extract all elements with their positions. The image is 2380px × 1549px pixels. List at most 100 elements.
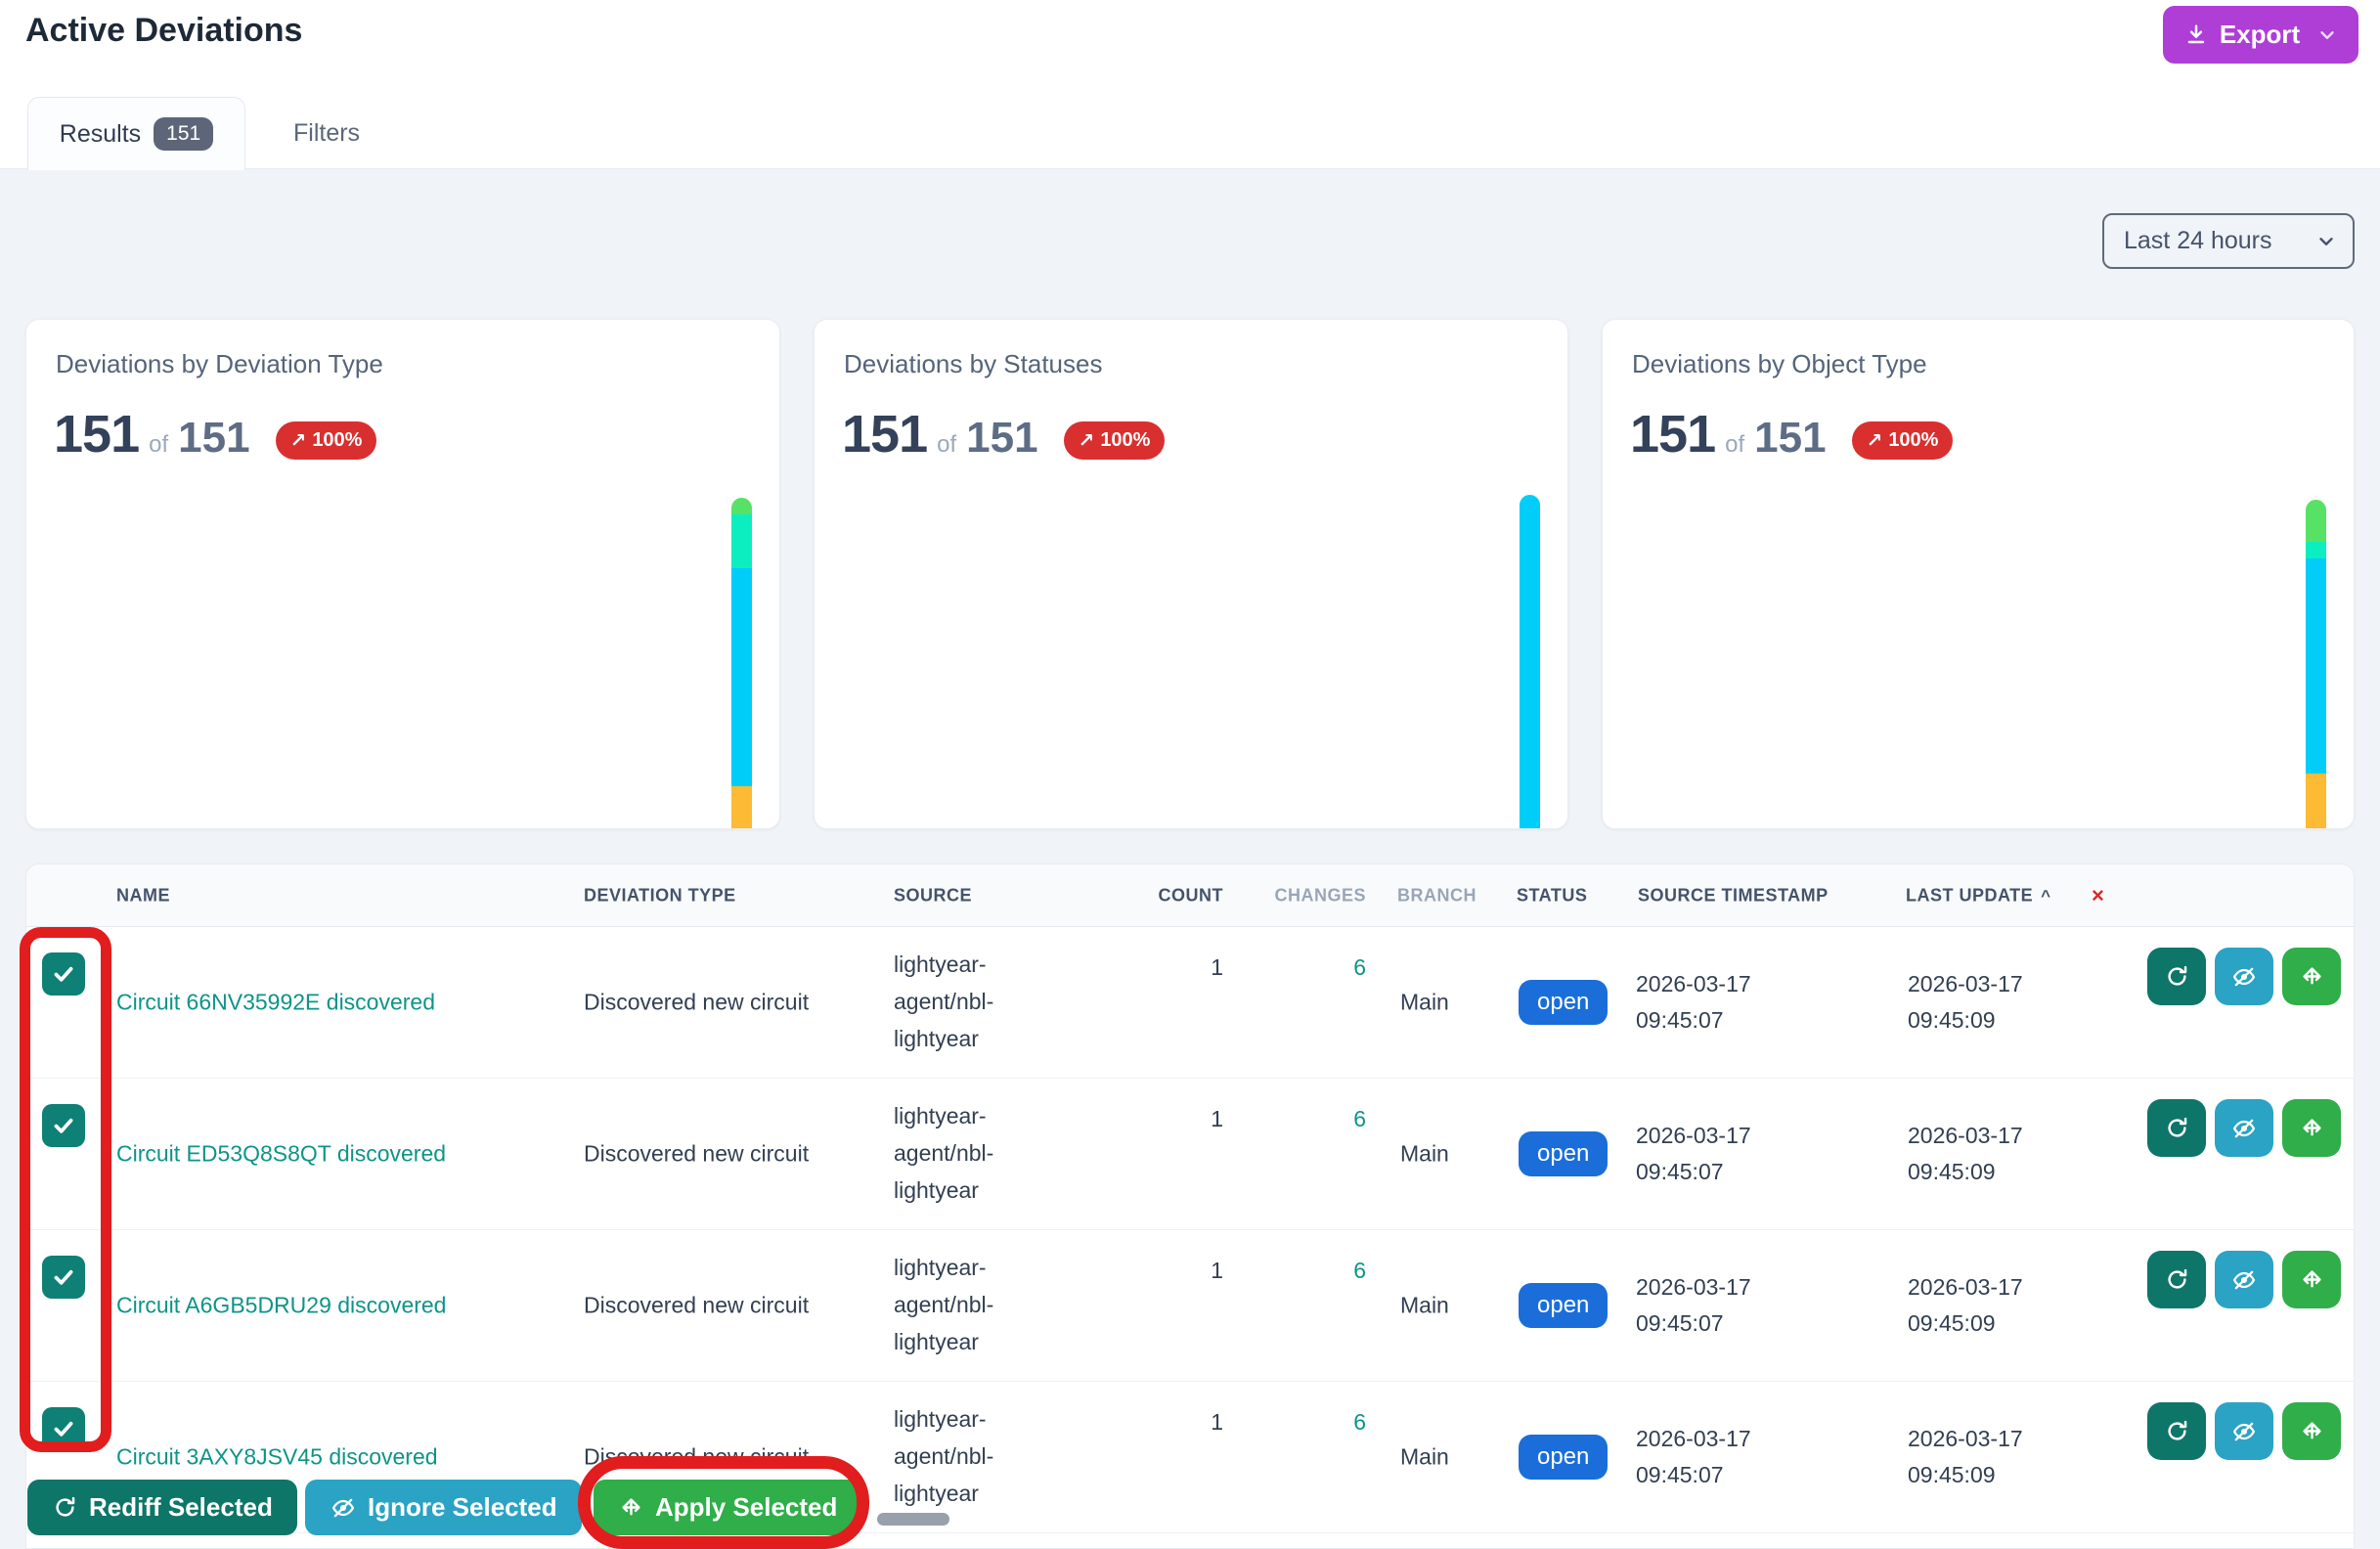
column-header-source[interactable]: SOURCE — [894, 885, 972, 906]
row-checkbox-checked[interactable] — [42, 952, 85, 996]
column-header-source-timestamp[interactable]: SOURCE TIMESTAMP — [1638, 885, 1829, 906]
column-header-status[interactable]: STATUS — [1517, 885, 1587, 906]
apply-selected-label: Apply Selected — [655, 1492, 837, 1523]
mini-bar-chart — [1520, 495, 1540, 828]
refresh-icon — [2164, 1115, 2190, 1141]
metric-count: 151 — [1630, 404, 1715, 465]
bar-segment-orange — [2306, 774, 2326, 828]
row-ignore-button[interactable] — [2215, 948, 2273, 1005]
source-cell: lightyear-agent/nbl-lightyear — [894, 947, 1075, 1058]
chevron-down-icon — [2316, 24, 2338, 46]
apply-arrows-icon — [2299, 1266, 2325, 1293]
page-title: Active Deviations — [25, 0, 302, 61]
bar-segment-green — [2306, 500, 2326, 542]
deviation-type-cell: Discovered new circuit — [584, 1438, 823, 1476]
count-cell: 1 — [1102, 1106, 1223, 1132]
changes-link[interactable]: 6 — [1268, 1409, 1366, 1436]
table-header: NAME DEVIATION TYPE SOURCE COUNT CHANGES… — [26, 864, 2354, 927]
rediff-selected-button[interactable]: Rediff Selected — [27, 1480, 297, 1535]
horizontal-scrollbar-thumb[interactable] — [877, 1513, 949, 1526]
row-checkbox-checked[interactable] — [42, 1104, 85, 1147]
card-title: Deviations by Object Type — [1632, 349, 1927, 379]
apply-selected-button[interactable]: Apply Selected — [594, 1480, 861, 1535]
row-ignore-button[interactable] — [2215, 1099, 2273, 1157]
row-ignore-button[interactable] — [2215, 1251, 2273, 1308]
card-deviations-by-object-type: Deviations by Object Type 151 of 151 ↗ 1… — [1602, 319, 2355, 829]
source-timestamp-cell: 2026-03-17 09:45:07 — [1636, 1421, 1800, 1493]
time-range-select[interactable]: Last 24 hours — [2102, 213, 2355, 269]
column-header-branch[interactable]: BRANCH — [1397, 885, 1476, 906]
tab-filters[interactable]: Filters — [293, 97, 360, 170]
row-rediff-button[interactable] — [2147, 948, 2206, 1005]
row-checkbox-checked[interactable] — [42, 1256, 85, 1299]
bar-segment-cyan — [731, 568, 752, 786]
chevron-down-icon — [2315, 231, 2337, 252]
apply-arrows-icon — [2299, 1418, 2325, 1444]
row-apply-button[interactable] — [2282, 1099, 2341, 1157]
source-cell: lightyear-agent/nbl-lightyear — [894, 1250, 1075, 1361]
eye-slash-icon — [2230, 1115, 2258, 1142]
row-apply-button[interactable] — [2282, 1251, 2341, 1308]
trend-percent: 100% — [1100, 429, 1150, 452]
card-metric: 151 of 151 ↗ 100% — [54, 404, 376, 465]
table-body: Circuit 66NV35992E discovered Discovered… — [26, 927, 2354, 1533]
changes-link[interactable]: 6 — [1268, 1106, 1366, 1132]
row-apply-button[interactable] — [2282, 1402, 2341, 1460]
results-count-badge: 151 — [154, 117, 213, 151]
results-table: NAME DEVIATION TYPE SOURCE COUNT CHANGES… — [25, 863, 2355, 1549]
bar-segment-cyan — [2306, 558, 2326, 774]
changes-link[interactable]: 6 — [1268, 1258, 1366, 1284]
row-actions — [2147, 1251, 2341, 1308]
column-header-name[interactable]: NAME — [116, 885, 170, 906]
deviation-name-link[interactable]: Circuit 66NV35992E discovered — [116, 990, 435, 1016]
checkmark-icon — [50, 1112, 77, 1139]
deviation-name-link[interactable]: Circuit A6GB5DRU29 discovered — [116, 1293, 446, 1319]
apply-arrows-icon — [2299, 963, 2325, 990]
column-header-deviation-type[interactable]: DEVIATION TYPE — [584, 885, 736, 906]
time-range-value: Last 24 hours — [2124, 227, 2272, 255]
column-header-changes[interactable]: CHANGES — [1268, 885, 1366, 906]
eye-slash-icon — [2230, 1266, 2258, 1294]
ignore-selected-button[interactable]: Ignore Selected — [305, 1480, 582, 1535]
row-checkbox-checked[interactable] — [42, 1407, 85, 1450]
last-update-cell: 2026-03-17 09:45:09 — [1908, 1421, 2072, 1493]
deviation-type-cell: Discovered new circuit — [584, 1134, 823, 1173]
source-timestamp-cell: 2026-03-17 09:45:07 — [1636, 1118, 1800, 1190]
metric-of-label: of — [149, 431, 168, 459]
metric-total: 151 — [1754, 414, 1826, 463]
column-header-last-update[interactable]: LAST UPDATE^ — [1906, 885, 2051, 906]
refresh-icon — [2164, 963, 2190, 990]
tab-results[interactable]: Results 151 — [27, 97, 245, 170]
trend-arrow-icon: ↗ — [1867, 428, 1883, 453]
download-icon — [2183, 22, 2209, 48]
status-cell: open — [1519, 1283, 1608, 1328]
export-button[interactable]: Export — [2163, 6, 2358, 64]
row-rediff-button[interactable] — [2147, 1251, 2206, 1308]
deviation-name-link[interactable]: Circuit ED53Q8S8QT discovered — [116, 1141, 446, 1168]
source-timestamp-cell: 2026-03-17 09:45:07 — [1636, 966, 1800, 1039]
status-badge: open — [1519, 1283, 1608, 1328]
row-rediff-button[interactable] — [2147, 1099, 2206, 1157]
clear-sort-icon[interactable]: × — [2092, 883, 2104, 908]
column-header-count[interactable]: COUNT — [1102, 885, 1223, 906]
trend-arrow-icon: ↗ — [290, 428, 307, 453]
table-row: Circuit 66NV35992E discovered Discovered… — [26, 927, 2354, 1079]
last-update-cell: 2026-03-17 09:45:09 — [1908, 1269, 2072, 1342]
changes-link[interactable]: 6 — [1268, 954, 1366, 981]
metric-of-label: of — [1725, 431, 1744, 459]
bar-segment-green — [731, 498, 752, 514]
active-deviations-page: Active Deviations Export Results 151 Fil… — [0, 0, 2380, 1549]
row-rediff-button[interactable] — [2147, 1402, 2206, 1460]
deviation-name-link[interactable]: Circuit 3AXY8JSV45 discovered — [116, 1444, 438, 1471]
checkmark-icon — [50, 1263, 77, 1291]
row-apply-button[interactable] — [2282, 948, 2341, 1005]
trend-percent: 100% — [1888, 429, 1938, 452]
refresh-icon — [2164, 1266, 2190, 1293]
branch-cell: Main — [1400, 1444, 1449, 1471]
mini-bar-chart — [2306, 500, 2326, 828]
card-metric: 151 of 151 ↗ 100% — [1630, 404, 1953, 465]
row-actions — [2147, 948, 2341, 1005]
row-ignore-button[interactable] — [2215, 1402, 2273, 1460]
metric-count: 151 — [54, 404, 139, 465]
checkmark-icon — [50, 960, 77, 988]
